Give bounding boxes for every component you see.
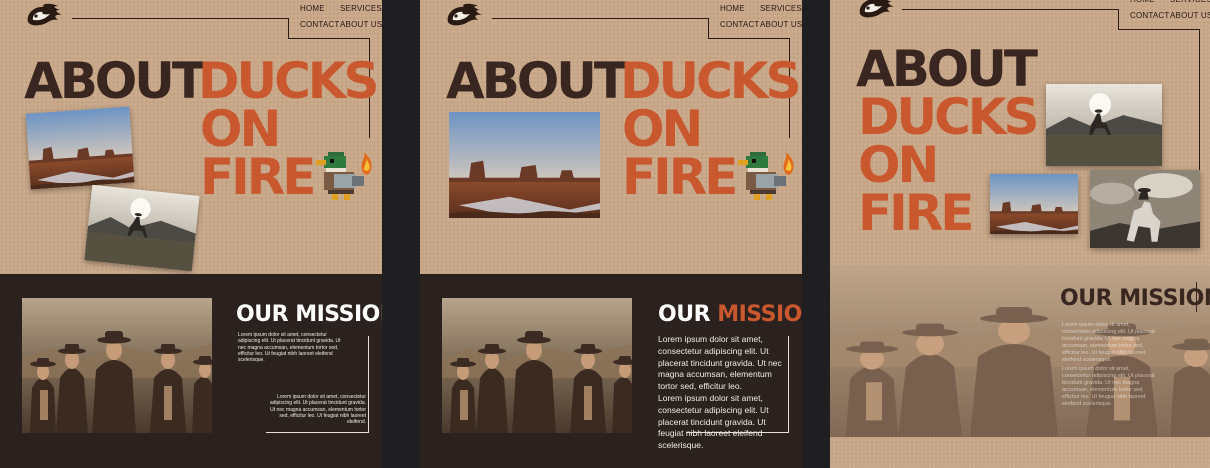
divider-line: [708, 18, 709, 38]
desert-photo: [990, 174, 1078, 234]
hero-title-ducks: DUCKS: [620, 52, 802, 110]
hero-title-about: ABOUT: [24, 52, 206, 110]
desert-photo: [25, 106, 135, 190]
nav-contact-link[interactable]: CONTACT: [300, 20, 339, 29]
divider-line: [492, 18, 708, 19]
hero-title-on: ON: [622, 100, 703, 158]
nav-services-link[interactable]: SERVICES: [760, 4, 802, 13]
divider-line: [686, 432, 789, 433]
hero-title-ducks: DUCKS: [198, 52, 380, 110]
mission-heading: OUR MISSION: [1060, 286, 1210, 311]
pixel-duck-icon: [314, 150, 374, 202]
mission-paragraph-2: Lorem ipsum dolor sit amet, consectetur …: [269, 394, 366, 426]
rider-photo: [1046, 84, 1162, 166]
cowboys-photo: [442, 298, 632, 433]
hero-title-about: ABOUT: [446, 52, 628, 110]
nav-services-link[interactable]: SERVICES: [1170, 0, 1210, 4]
mission-paragraph-2: Lorem ipsum dolor sit amet, consectetur …: [658, 393, 769, 451]
mission-heading-our: OUR: [1060, 286, 1113, 311]
nav-contact-link[interactable]: CONTACT: [1130, 11, 1169, 20]
nav-home-link[interactable]: HOME: [1130, 0, 1155, 4]
design-variant-2: HOME SERVICES CONTACT ABOUT US ABOUT DUC…: [420, 0, 802, 468]
divider-line: [72, 18, 288, 19]
divider-line: [288, 38, 370, 39]
flame-logo-icon[interactable]: [856, 0, 896, 20]
nav-contact-link[interactable]: CONTACT: [720, 20, 759, 29]
mission-heading-mission: MISSION: [717, 302, 802, 327]
divider-line: [708, 38, 790, 39]
nav-home-link[interactable]: HOME: [300, 4, 325, 13]
mission-paragraph-1: Lorem ipsum dolor sit amet, consectetur …: [238, 332, 341, 364]
hero-title-fire: FIRE: [858, 184, 974, 242]
divider-line: [266, 432, 369, 433]
flame-logo-icon[interactable]: [24, 2, 64, 28]
hero-title-about: ABOUT: [856, 40, 1038, 98]
pixel-duck-icon: [736, 150, 796, 202]
hero-title-ducks: DUCKS: [858, 88, 1040, 146]
divider-line: [1199, 29, 1200, 189]
hero-title-fire: FIRE: [200, 148, 316, 206]
flame-logo-icon[interactable]: [444, 2, 484, 28]
rider-photo: [84, 184, 200, 272]
mission-heading-our: OUR: [658, 302, 711, 327]
mission-paragraph-2: Lorem ipsum dolor sit amet, consectetur …: [1062, 366, 1155, 407]
divider-line: [288, 18, 289, 38]
cowboys-photo: [22, 298, 212, 433]
nav-about-link[interactable]: ABOUT US: [1170, 11, 1210, 20]
divider-line: [1118, 9, 1119, 29]
mission-heading-our: OUR: [236, 302, 289, 327]
desert-photo: [449, 112, 600, 218]
nav-home-link[interactable]: HOME: [720, 4, 745, 13]
hero-title-fire: FIRE: [622, 148, 738, 206]
hero-title-on: ON: [200, 100, 281, 158]
mission-heading: OUR MISSION: [658, 302, 802, 327]
divider-line: [902, 9, 1118, 10]
design-variant-3: HOME SERVICES CONTACT ABOUT US ABOUT DUC…: [830, 0, 1210, 468]
nav-about-link[interactable]: ABOUT US: [340, 20, 382, 29]
divider-line: [1196, 282, 1197, 312]
mission-paragraph-1: Lorem ipsum dolor sit amet, consectetur …: [658, 334, 782, 392]
horse-photo: [1090, 170, 1200, 248]
divider-line: [368, 336, 369, 432]
mission-heading-mission: MISSION: [295, 302, 382, 327]
divider-line: [1118, 29, 1200, 30]
design-variant-1: HOME SERVICES CONTACT ABOUT US ABOUT DUC…: [0, 0, 382, 468]
nav-services-link[interactable]: SERVICES: [340, 4, 382, 13]
nav-about-link[interactable]: ABOUT US: [760, 20, 802, 29]
divider-line: [788, 336, 789, 432]
mission-paragraph-1: Lorem ipsum dolor sit amet, consectetur …: [1062, 322, 1155, 363]
mission-heading: OUR MISSION: [236, 302, 382, 327]
hero-title-on: ON: [858, 136, 939, 194]
